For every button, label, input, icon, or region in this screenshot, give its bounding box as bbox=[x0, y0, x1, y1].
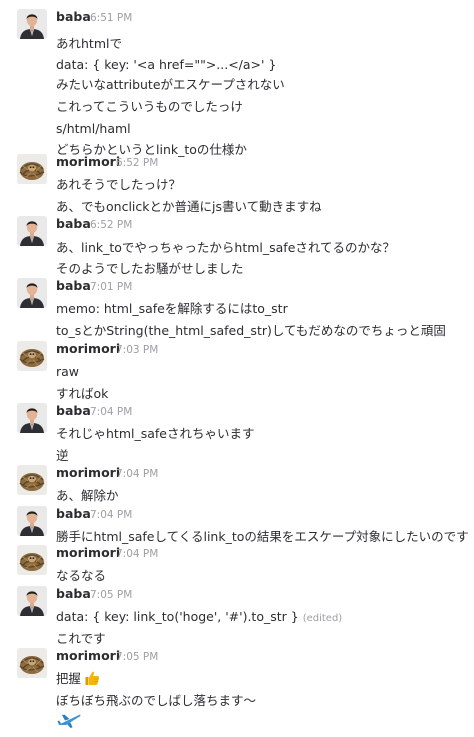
bird-nest-avatar-icon[interactable] bbox=[17, 465, 47, 495]
message-text-content: これです bbox=[56, 631, 106, 646]
message-text-content: すればok bbox=[56, 386, 109, 401]
message-text-content: memo: html_safeを解除するにはto_str bbox=[56, 301, 288, 316]
message-text: 把握 bbox=[56, 670, 100, 687]
author-name[interactable]: baba bbox=[56, 506, 91, 522]
message-text-content: あ、link_toでやっちゃったからhtml_safeされてるのかな？ bbox=[56, 240, 396, 255]
airplane-icon bbox=[57, 711, 81, 729]
message-text-content: あ、解除か bbox=[56, 488, 119, 503]
message-text: みたいなattributeがエスケープされない bbox=[56, 77, 285, 93]
message-text: 勝手にhtml_safeしてくるlink_toの結果をエスケープ対象にしたいので… bbox=[56, 529, 469, 545]
message-text: data: { key: link_to('hoge', '#').to_str… bbox=[56, 609, 342, 627]
message-text: to_sとかString(the_html_safed_str)してもだめなので… bbox=[56, 323, 446, 339]
man-in-suit-avatar-icon[interactable] bbox=[17, 403, 47, 433]
message-text-content: それじゃhtml_safeされちゃいます bbox=[56, 426, 255, 441]
message-text: raw bbox=[56, 364, 79, 380]
thumbs-up-icon bbox=[84, 670, 100, 686]
message-text-content: 把握 bbox=[56, 671, 82, 686]
message-timestamp[interactable]: 7:03 PM bbox=[116, 343, 158, 357]
man-in-suit-avatar-icon[interactable] bbox=[17, 216, 47, 246]
message-text-content: data: { key: '<a href="">...</a>' } bbox=[56, 57, 277, 72]
message-text: あれhtmlで bbox=[56, 36, 122, 52]
edited-label: (edited) bbox=[302, 613, 343, 624]
message-timestamp[interactable]: 6:52 PM bbox=[116, 156, 158, 170]
message-text: あ、解除か bbox=[56, 488, 119, 504]
bird-nest-avatar-icon[interactable] bbox=[17, 545, 47, 575]
message-text-content: 勝手にhtml_safeしてくるlink_toの結果をエスケープ対象にしたいので… bbox=[56, 529, 469, 544]
message-text: これです bbox=[56, 631, 106, 647]
message-text: これってこういうものでしたっけ bbox=[56, 99, 243, 115]
message-timestamp[interactable]: 7:04 PM bbox=[90, 405, 132, 419]
message-timestamp[interactable]: 7:05 PM bbox=[116, 650, 158, 664]
message-timestamp[interactable]: 7:04 PM bbox=[90, 508, 132, 522]
man-in-suit-avatar-icon[interactable] bbox=[17, 506, 47, 536]
message-timestamp[interactable]: 7:04 PM bbox=[116, 467, 158, 481]
message-text: すればok bbox=[56, 386, 108, 402]
message-text: あ、link_toでやっちゃったからhtml_safeされてるのかな？ bbox=[56, 240, 395, 256]
bird-nest-avatar-icon[interactable] bbox=[17, 341, 47, 371]
author-name[interactable]: baba bbox=[56, 403, 91, 419]
author-name[interactable]: baba bbox=[56, 586, 91, 602]
message-text-content: data: { key: link_to('hoge', '#').to_str… bbox=[56, 609, 299, 624]
message-text-content: あれそうでしたっけ？ bbox=[56, 177, 182, 192]
message-text: ぼちぼち飛ぶのでしばし落ちます〜 bbox=[56, 693, 256, 709]
man-in-suit-avatar-icon[interactable] bbox=[17, 278, 47, 308]
man-in-suit-avatar-icon[interactable] bbox=[17, 586, 47, 616]
message-text: memo: html_safeを解除するにはto_str bbox=[56, 301, 288, 317]
message-text: s/html/haml bbox=[56, 121, 131, 137]
message-timestamp[interactable]: 6:51 PM bbox=[90, 11, 132, 25]
author-name[interactable]: baba bbox=[56, 278, 91, 294]
message-text: data: { key: '<a href="">...</a>' } bbox=[56, 57, 276, 73]
message-text-content: みたいなattributeがエスケープされない bbox=[56, 77, 285, 92]
message-text-content: なるなる bbox=[56, 568, 107, 583]
message-text: なるなる bbox=[56, 568, 106, 584]
author-name[interactable]: morimori bbox=[56, 648, 120, 664]
message-text-content: あ、でもonclickとか普通にjs書いて動きますね bbox=[56, 199, 322, 214]
message-text: あれそうでしたっけ？ bbox=[56, 177, 181, 193]
message-timestamp[interactable]: 7:01 PM bbox=[90, 280, 132, 294]
author-name[interactable]: morimori bbox=[56, 154, 120, 170]
message-text-content: to_sとかString(the_html_safed_str)してもだめなので… bbox=[56, 323, 446, 338]
message-text-content: raw bbox=[56, 364, 80, 379]
author-name[interactable]: baba bbox=[56, 216, 91, 232]
author-name[interactable]: baba bbox=[56, 9, 91, 25]
message-timestamp[interactable]: 7:05 PM bbox=[90, 588, 132, 602]
man-in-suit-avatar-icon[interactable] bbox=[17, 9, 47, 39]
author-name[interactable]: morimori bbox=[56, 545, 120, 561]
bird-nest-avatar-icon[interactable] bbox=[17, 648, 47, 678]
message-text-content: あれhtmlで bbox=[56, 36, 122, 51]
bird-nest-avatar-icon[interactable] bbox=[17, 154, 47, 184]
message-text: それじゃhtml_safeされちゃいます bbox=[56, 426, 255, 442]
author-name[interactable]: morimori bbox=[56, 341, 120, 357]
message-text: そのようでしたお騒がせしました bbox=[56, 261, 244, 277]
message-text-content: 逆 bbox=[56, 448, 69, 463]
author-name[interactable]: morimori bbox=[56, 465, 120, 481]
chat-message-list: baba 6:51 PM あれhtmlで data: { key: '<a href=… bbox=[0, 0, 474, 737]
message-timestamp[interactable]: 7:04 PM bbox=[116, 547, 158, 561]
message-text: あ、でもonclickとか普通にjs書いて動きますね bbox=[56, 199, 322, 215]
message-timestamp[interactable]: 6:52 PM bbox=[90, 218, 132, 232]
message-text-content: ぼちぼち飛ぶのでしばし落ちます〜 bbox=[56, 693, 257, 708]
message-text: 逆 bbox=[56, 448, 69, 464]
message-text-content: s/html/haml bbox=[56, 121, 131, 136]
message-text-content: そのようでしたお騒がせしました bbox=[56, 261, 244, 276]
message-text-content: これってこういうものでしたっけ bbox=[56, 99, 243, 114]
